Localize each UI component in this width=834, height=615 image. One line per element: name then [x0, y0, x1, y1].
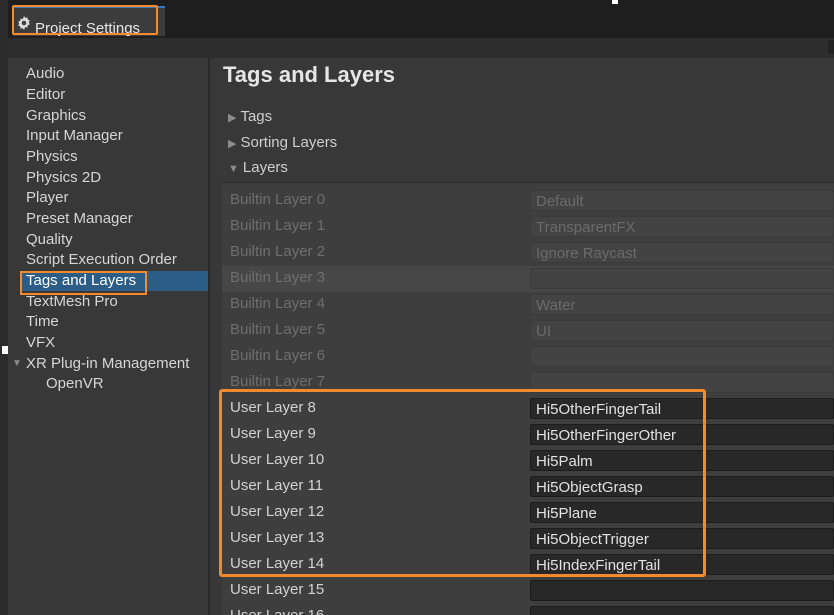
- layer-label: Builtin Layer 4: [230, 295, 326, 312]
- layer-label: Builtin Layer 7: [230, 373, 326, 390]
- sidebar-item-preset-manager[interactable]: Preset Manager: [26, 209, 133, 229]
- sidebar-item-graphics[interactable]: Graphics: [26, 106, 86, 126]
- layer-row: Builtin Layer 6: [222, 344, 834, 370]
- sidebar-item-player[interactable]: Player: [26, 188, 69, 208]
- layer-label: Builtin Layer 1: [230, 217, 326, 234]
- expanded-arrow-icon: ▼: [228, 163, 239, 175]
- layer-row: Builtin Layer 5 UI: [222, 318, 834, 344]
- layer-name-field: [530, 268, 834, 289]
- layer-row: User Layer 15: [222, 578, 834, 604]
- layer-label: Builtin Layer 5: [230, 321, 326, 338]
- layer-label: Builtin Layer 6: [230, 347, 326, 364]
- project-settings-window: Project Settings Audio Editor Graphics I…: [0, 0, 834, 615]
- layer-name-field: Water: [530, 294, 834, 315]
- tab-highlight-box: [12, 5, 158, 35]
- expand-arrow-icon[interactable]: ▼: [12, 358, 22, 369]
- layer-name-field[interactable]: [530, 580, 834, 601]
- sidebar-item-time[interactable]: Time: [26, 312, 59, 332]
- sidebar-item-editor[interactable]: Editor: [26, 85, 65, 105]
- sidebar-item-script-execution-order[interactable]: Script Execution Order: [26, 250, 177, 270]
- layer-row: Builtin Layer 3: [222, 266, 834, 292]
- layer-row: Builtin Layer 1 TransparentFX: [222, 214, 834, 240]
- toolbar-strip: [0, 38, 834, 58]
- layer-label: Builtin Layer 0: [230, 191, 326, 208]
- foldout-label: Layers: [242, 159, 288, 176]
- settings-sidebar: Audio Editor Graphics Input Manager Phys…: [8, 58, 208, 615]
- layer-label: User Layer 16: [230, 607, 324, 615]
- sidebar-highlight-box: [20, 271, 147, 295]
- sidebar-item-textmesh-pro[interactable]: TextMesh Pro: [26, 292, 118, 312]
- layer-name-field: Default: [530, 190, 834, 211]
- foldout-sorting-layers[interactable]: ▶ Sorting Layers: [228, 132, 337, 154]
- layer-row: Builtin Layer 4 Water: [222, 292, 834, 318]
- search-field-edge[interactable]: [828, 40, 834, 54]
- foldout-label: Sorting Layers: [240, 134, 338, 151]
- layer-name-field: Ignore Raycast: [530, 242, 834, 263]
- user-layers-highlight-box: [219, 389, 706, 577]
- sidebar-item-openvr[interactable]: OpenVR: [46, 374, 104, 394]
- layer-name-field: TransparentFX: [530, 216, 834, 237]
- layer-label: Builtin Layer 2: [230, 243, 326, 260]
- foldout-layers[interactable]: ▼ Layers: [228, 157, 288, 179]
- sidebar-item-physics-2d[interactable]: Physics 2D: [26, 168, 101, 188]
- window-tab-bar: Project Settings: [0, 0, 834, 38]
- layer-row: User Layer 16: [222, 604, 834, 615]
- sidebar-item-physics[interactable]: Physics: [26, 147, 78, 167]
- page-title: Tags and Layers: [223, 62, 395, 87]
- collapsed-arrow-icon: ▶: [228, 138, 237, 150]
- layer-row: Builtin Layer 2 Ignore Raycast: [222, 240, 834, 266]
- layer-name-field: UI: [530, 320, 834, 341]
- foldout-tags[interactable]: ▶ Tags: [228, 106, 272, 128]
- collapsed-arrow-icon: ▶: [228, 112, 237, 124]
- screen-artifact: [612, 0, 618, 4]
- layer-label: Builtin Layer 3: [230, 269, 326, 286]
- sidebar-item-xr-plugin-management[interactable]: XR Plug-in Management: [26, 354, 189, 374]
- sidebar-item-quality[interactable]: Quality: [26, 230, 73, 250]
- layer-row: Builtin Layer 0 Default: [222, 188, 834, 214]
- layer-name-field: [530, 346, 834, 367]
- sidebar-item-audio[interactable]: Audio: [26, 64, 64, 84]
- sidebar-item-input-manager[interactable]: Input Manager: [26, 126, 123, 146]
- foldout-label: Tags: [240, 108, 273, 125]
- sidebar-item-vfx[interactable]: VFX: [26, 333, 55, 353]
- layer-name-field[interactable]: [530, 606, 834, 615]
- layer-label: User Layer 15: [230, 581, 325, 598]
- window-left-edge: [0, 0, 8, 615]
